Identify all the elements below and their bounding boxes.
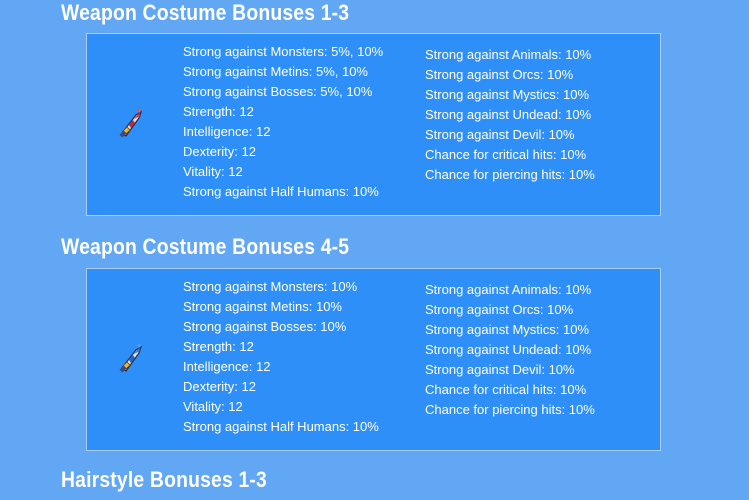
bonus-item: Strong against Metins: 5%, 10% (183, 64, 368, 79)
bonus-item: Strength: 12 (183, 339, 254, 354)
section-title-weapon-costume-4-5: Weapon Costume Bonuses 4-5 (61, 234, 350, 259)
bonus-item: Strong against Bosses: 10% (183, 319, 347, 334)
bonus-item: Strong against Monsters: 10% (183, 279, 358, 294)
bonus-item: Dexterity: 12 (183, 144, 256, 159)
bonus-item: Strong against Orcs: 10% (425, 67, 574, 82)
bonus-item: Strong against Devil: 10% (425, 127, 575, 142)
bonus-item: Dexterity: 12 (183, 379, 256, 394)
bonus-item: Strong against Bosses: 5%, 10% (183, 84, 373, 99)
bonus-item: Chance for critical hits: 10% (425, 147, 587, 162)
bonus-item: Strong against Mystics: 10% (425, 87, 590, 102)
bonus-item: Strong against Orcs: 10% (425, 302, 574, 317)
bonus-item: Strong against Animals: 10% (425, 47, 592, 62)
bonus-item: Strong against Devil: 10% (425, 362, 575, 377)
bonus-list-left: Strong against Monsters: 5%, 10% Strong … (183, 42, 383, 202)
bonus-list-right: Strong against Animals: 10% Strong again… (425, 280, 595, 420)
bonus-item: Intelligence: 12 (183, 359, 271, 374)
bonus-item: Chance for critical hits: 10% (425, 382, 587, 397)
bonus-list-left: Strong against Monsters: 10% Strong agai… (183, 277, 379, 437)
bonus-item: Vitality: 12 (183, 399, 243, 414)
bonus-item: Strong against Undead: 10% (425, 342, 592, 357)
weapon-costume-icon (119, 344, 143, 373)
bonus-item: Vitality: 12 (183, 164, 243, 179)
section-title-weapon-costume-1-3: Weapon Costume Bonuses 1-3 (61, 0, 350, 25)
section-title-hairstyle-1-3: Hairstyle Bonuses 1-3 (61, 467, 267, 492)
bonus-item: Strong against Monsters: 5%, 10% (183, 44, 384, 59)
bonus-item: Chance for piercing hits: 10% (425, 402, 595, 417)
bonus-item: Strong against Metins: 10% (183, 299, 342, 314)
weapon-costume-icon (119, 109, 143, 138)
bonus-item: Strong against Half Humans: 10% (183, 184, 379, 199)
bonus-item: Strong against Half Humans: 10% (183, 419, 379, 434)
bonus-item: Strong against Animals: 10% (425, 282, 592, 297)
bonus-panel-weapon-costume-4-5: Strong against Monsters: 10% Strong agai… (86, 268, 661, 451)
bonus-item: Strong against Mystics: 10% (425, 322, 590, 337)
bonus-item: Intelligence: 12 (183, 124, 271, 139)
bonus-item: Strength: 12 (183, 104, 254, 119)
bonus-item: Strong against Undead: 10% (425, 107, 592, 122)
bonus-item: Chance for piercing hits: 10% (425, 167, 595, 182)
bonus-panel-weapon-costume-1-3: Strong against Monsters: 5%, 10% Strong … (86, 33, 661, 216)
bonus-list-right: Strong against Animals: 10% Strong again… (425, 45, 595, 185)
